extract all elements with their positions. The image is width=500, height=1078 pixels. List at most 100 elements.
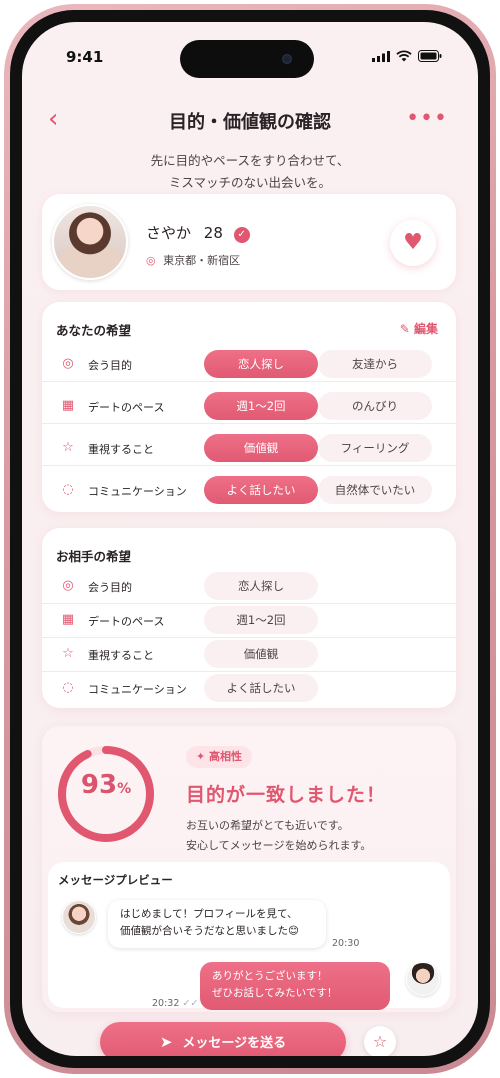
option-unselected[interactable]: 友達から (318, 350, 432, 378)
screen: 9:41 ‹ 目的・価値観の確認 ••• 先に目的やペースをすり合わせて、 ミス… (22, 22, 478, 1056)
option-selected[interactable]: 恋人探し (204, 350, 318, 378)
pref-label: 重視すること (88, 443, 154, 456)
verified-badge-icon: ✓ (233, 227, 250, 243)
wifi-icon (396, 50, 412, 62)
match-desc-line-2: 安心してメッセージを始められます。 (186, 839, 372, 852)
pref-label: 会う目的 (88, 359, 132, 372)
incoming-line-2: 価値観が合いそうだなと思いました😊 (120, 925, 299, 937)
match-desc-line-1: お互いの希望がとても近いです。 (186, 819, 349, 832)
partner-value: 価値観 (204, 640, 318, 668)
outgoing-time-row: 20:32 ✓✓ (152, 998, 198, 1009)
partner-row-pace: ▦ デートのペース 週1〜2回 (42, 602, 456, 638)
read-check-icon: ✓✓ (182, 998, 199, 1009)
edit-button[interactable]: ✎ 編集 (400, 320, 438, 337)
sparkle-icon: ✦ (196, 750, 210, 763)
pencil-icon: ✎ (399, 322, 414, 336)
compatibility-badge: ✦ 高相性 (186, 746, 253, 768)
match-percent-unit: % (117, 781, 132, 797)
partner-value: 恋人探し (204, 572, 318, 600)
chat-icon: ◌ (62, 680, 74, 695)
pref-row-pace: ▦ デートのペース 週1〜2回 のんびり (42, 388, 456, 424)
status-time: 9:41 (66, 48, 104, 66)
partner-value: 週1〜2回 (204, 606, 318, 634)
outgoing-line-1: ありがとうございます！ (212, 970, 328, 982)
pref-row-purpose: ◎ 会う目的 恋人探し 友達から (42, 346, 456, 382)
incoming-line-1: はじめまして！プロフィールを見て、 (120, 908, 298, 920)
preview-title: メッセージプレビュー (58, 873, 173, 887)
my-preferences-title: あなたの希望 (56, 323, 132, 338)
camera-icon (282, 54, 292, 64)
profile-location: 東京都・新宿区 (163, 254, 241, 267)
option-unselected[interactable]: 自然体でいたい (318, 476, 432, 504)
target-icon: ◎ (62, 356, 74, 371)
heart-icon: ♥ (403, 230, 423, 255)
intro-line-2: ミスマッチのない出会いを。 (168, 175, 332, 190)
chat-icon: ◌ (62, 482, 74, 497)
signal-icon (372, 50, 390, 62)
avatar (62, 900, 96, 934)
phone-bezel: 9:41 ‹ 目的・価値観の確認 ••• 先に目的やペースをすり合わせて、 ミス… (10, 10, 490, 1068)
profile-location-row: ◎ 東京都・新宿区 (146, 252, 240, 268)
pref-label: コミュニケーション (88, 485, 187, 498)
target-icon: ◎ (62, 578, 74, 593)
calendar-icon: ▦ (61, 612, 75, 627)
edit-label: 編集 (413, 322, 438, 336)
pref-label: デートのペース (88, 401, 165, 414)
favorite-button[interactable]: ☆ (364, 1026, 396, 1056)
option-unselected[interactable]: のんびり (318, 392, 432, 420)
partner-row-purpose: ◎ 会う目的 恋人探し (42, 568, 456, 604)
profile-card: さやか 28 ✓ ◎ 東京都・新宿区 ♥ (42, 194, 456, 290)
profile-name: さやか (146, 224, 192, 242)
star-icon: ☆ (372, 1032, 388, 1051)
pref-label: コミュニケーション (88, 683, 187, 696)
badge-label: 高相性 (209, 750, 243, 763)
profile-name-row: さやか 28 ✓ (146, 222, 250, 243)
option-selected[interactable]: 週1〜2回 (204, 392, 318, 420)
outgoing-line-2: ぜひお話してみたいです！ (212, 987, 338, 999)
partner-row-communication: ◌ コミュニケーション よく話したい (42, 670, 456, 706)
like-button[interactable]: ♥ (390, 220, 436, 266)
star-icon: ☆ (62, 440, 74, 455)
match-headline: 目的が一致しました！ (186, 784, 387, 806)
incoming-message-bubble: はじめまして！プロフィールを見て、 価値観が合いそうだなと思いました😊 (108, 900, 326, 948)
partner-preferences-card: お相手の希望 ◎ 会う目的 恋人探し ▦ デートのペース 週1〜2回 ☆ 重視す… (42, 528, 456, 708)
match-percent-value: 93 (80, 770, 118, 800)
intro-line-1: 先に目的やペースをすり合わせて、 (150, 153, 350, 168)
option-selected[interactable]: よく話したい (204, 476, 318, 504)
more-dots-icon[interactable]: ••• (406, 106, 448, 131)
pref-row-communication: ◌ コミュニケーション よく話したい 自然体でいたい (42, 472, 456, 508)
outgoing-message-bubble: ありがとうございます！ ぜひお話してみたいです！ (200, 962, 390, 1010)
calendar-icon: ▦ (61, 398, 75, 413)
paper-plane-icon: ➤ (159, 1033, 173, 1051)
top-bar: ‹ 目的・価値観の確認 ••• (22, 102, 478, 142)
match-percent: 93% (54, 770, 158, 800)
pref-row-priority: ☆ 重視すること 価値観 フィーリング (42, 430, 456, 466)
partner-value: よく話したい (204, 674, 318, 702)
option-selected[interactable]: 価値観 (204, 434, 318, 462)
status-icons (372, 50, 442, 62)
profile-age: 28 (203, 224, 223, 242)
battery-icon (418, 50, 442, 62)
star-icon: ☆ (62, 646, 74, 661)
message-preview: メッセージプレビュー はじめまして！プロフィールを見て、 価値観が合いそうだなと… (48, 862, 450, 1010)
status-bar: 9:41 (22, 22, 478, 78)
avatar (406, 962, 440, 996)
incoming-time: 20:30 (332, 938, 360, 949)
phone-frame: 9:41 ‹ 目的・価値観の確認 ••• 先に目的やペースをすり合わせて、 ミス… (4, 4, 496, 1074)
pref-label: デートのペース (88, 615, 165, 628)
pref-label: 重視すること (88, 649, 154, 662)
pref-label: 会う目的 (88, 581, 132, 594)
outgoing-time: 20:32 (152, 998, 180, 1009)
send-message-button[interactable]: ➤ メッセージを送る (100, 1022, 346, 1056)
avatar (52, 204, 128, 280)
location-pin-icon: ◎ (146, 254, 156, 267)
send-label: メッセージを送る (182, 1036, 287, 1051)
dynamic-island (180, 40, 314, 78)
intro-text: 先に目的やペースをすり合わせて、 ミスマッチのない出会いを。 (22, 150, 478, 194)
match-card: 93% ✦ 高相性 目的が一致しました！ お互いの希望がとても近いです。 安心し… (42, 726, 456, 1012)
partner-row-priority: ☆ 重視すること 価値観 (42, 636, 456, 672)
option-unselected[interactable]: フィーリング (318, 434, 432, 462)
my-preferences-card: あなたの希望 ✎ 編集 ◎ 会う目的 恋人探し 友達から ▦ デートのペース 週… (42, 302, 456, 512)
partner-preferences-title: お相手の希望 (56, 549, 132, 564)
match-description: お互いの希望がとても近いです。 安心してメッセージを始められます。 (186, 816, 371, 856)
